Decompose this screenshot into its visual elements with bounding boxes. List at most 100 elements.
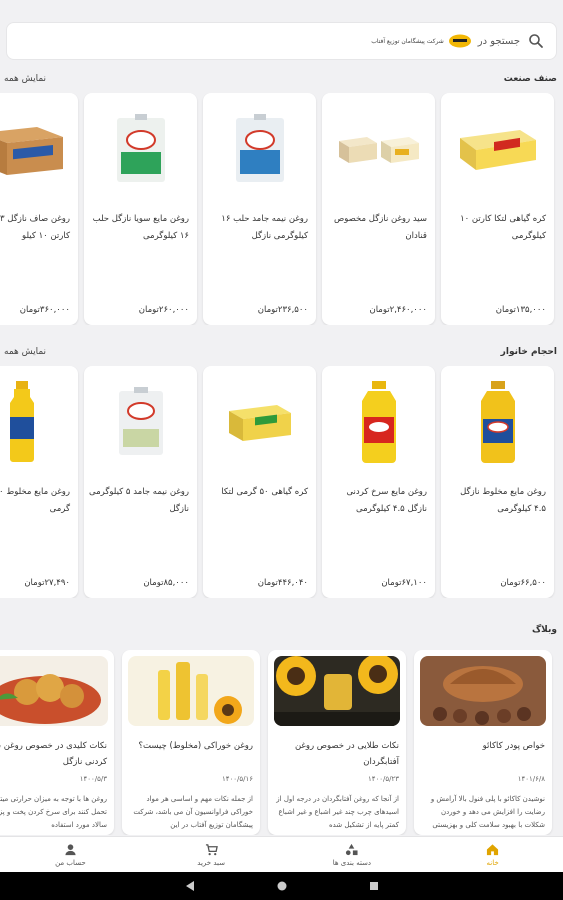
see-all-link[interactable]: نمایش همه xyxy=(4,74,46,84)
blog-title: نکات طلایی در خصوص روغن آفتابگردان xyxy=(294,741,399,767)
product-name: روغن نیمه جامد حلب ۱۶ کیلوگرمی نازگل xyxy=(221,214,308,241)
brand-logo: شرکت پیشگامان توزیع آفتاب xyxy=(371,34,472,48)
product-price: ۶۶,۵۰۰تومان xyxy=(500,578,546,588)
product-card[interactable]: روغن مایع مخلوط ۸۱۰ گرمی ۲۷,۴۹۰تومان xyxy=(0,366,78,598)
blog-excerpt: روغن ها با توجه به میزان حرارتی میتوانند… xyxy=(0,795,107,829)
product-price: ۸۵,۰۰۰تومان xyxy=(143,578,189,588)
nav-label: سبد خرید xyxy=(197,858,225,867)
home-circle-icon[interactable] xyxy=(276,880,288,892)
see-all-link[interactable]: نمایش همه xyxy=(4,347,46,357)
product-image xyxy=(441,366,554,478)
bottom-nav: خانه دسته بندی ها سبد خرید حساب من xyxy=(0,836,563,872)
status-bar xyxy=(0,0,563,14)
product-image xyxy=(203,366,316,478)
product-image xyxy=(441,93,554,205)
product-name: سید روغن نازگل مخصوص قنادان xyxy=(333,214,427,241)
product-name: روغن نیمه جامد ۵ کیلوگرمی نازگل xyxy=(89,487,189,514)
product-card[interactable]: روغن مایع مخلوط نازگل ۴.۵ کیلوگرمی ۶۶,۵۰… xyxy=(441,366,554,598)
product-card[interactable]: روغن نیمه جامد ۵ کیلوگرمی نازگل ۸۵,۰۰۰تو… xyxy=(84,366,197,598)
nav-account[interactable]: حساب من xyxy=(0,837,141,872)
nav-home[interactable]: خانه xyxy=(422,837,563,872)
product-price: ۲۳۶,۵۰۰تومان xyxy=(257,305,308,315)
user-icon xyxy=(65,843,76,855)
nav-label: دسته بندی ها xyxy=(332,858,372,867)
product-name: روغن مایع سرخ کردنی نازگل ۴.۵ کیلوگرمی xyxy=(346,487,427,514)
blog-title: روغن خوراکی (مخلوط) چیست؟ xyxy=(138,741,253,751)
oil-bottle-blue-icon xyxy=(480,381,515,463)
blog-card[interactable]: نکات طلایی در خصوص روغن آفتابگردان ۱۴۰۰/… xyxy=(268,650,406,835)
product-price: ۲۷,۴۹۰تومان xyxy=(24,578,70,588)
product-price: ۱۳۵,۰۰۰تومان xyxy=(495,305,546,315)
butter-pack-icon xyxy=(228,405,291,441)
product-image xyxy=(84,366,197,478)
blog-excerpt: از آنجا که روغن آفتابگردان در درجه اول ا… xyxy=(276,795,399,829)
nav-label: حساب من xyxy=(55,858,86,867)
section-header-household: احجام خانوار نمایش همه xyxy=(0,344,563,360)
blog-title: نکات کلیدی در خصوص روغن سرخ کردنی نازگل xyxy=(0,741,107,767)
product-name: روغن مایع سویا نازگل حلب ۱۶ کیلوگرمی xyxy=(92,214,189,241)
recents-icon[interactable] xyxy=(368,880,380,892)
blog-date: ۱۴۰۰/۵/۱۶ xyxy=(221,775,253,783)
brand-logo-text: شرکت پیشگامان توزیع آفتاب xyxy=(371,37,444,45)
blog-date: ۱۴۰۰/۵/۳ xyxy=(79,775,107,783)
cooking-oil-bottles-photo xyxy=(128,656,254,726)
categories-icon xyxy=(346,843,358,855)
oil-jug-red-icon xyxy=(361,381,396,463)
cocoa-powder-photo xyxy=(420,656,546,726)
blog-card[interactable]: نکات کلیدی در خصوص روغن سرخ کردنی نازگل … xyxy=(0,650,114,835)
blog-excerpt: نوشیدن کاکائو با پلی فنول بالا آرامش و ر… xyxy=(430,795,545,829)
product-price: ۲۶۰,۰۰۰تومان xyxy=(138,305,189,315)
product-price: ۲,۴۶۰,۰۰۰تومان xyxy=(369,305,427,315)
nav-cart[interactable]: سبد خرید xyxy=(141,837,282,872)
product-image xyxy=(84,93,197,205)
product-name: روغن مایع مخلوط ۸۱۰ گرمی xyxy=(0,487,70,514)
sunflower-oil-photo xyxy=(274,656,400,726)
search-label: جستجو در xyxy=(477,35,520,47)
brand-logo-icon xyxy=(448,34,471,48)
nav-label: خانه xyxy=(486,858,499,867)
section-header-blog: وبلاگ xyxy=(0,622,563,638)
nav-categories[interactable]: دسته بندی ها xyxy=(282,837,423,872)
section-title: صنف صنعت xyxy=(503,74,557,84)
section-title: وبلاگ xyxy=(531,625,557,635)
tin-can-red-icon xyxy=(118,387,163,455)
product-image xyxy=(322,366,435,478)
product-name: کره گیاهی لتکا کارتن ۱۰ کیلوگرمی xyxy=(460,214,546,241)
product-price: ۶۷,۱۰۰تومان xyxy=(381,578,427,588)
tin-can-blue-icon xyxy=(235,114,284,182)
cardboard-box-icon xyxy=(0,127,63,175)
product-card[interactable]: روغن نیمه جامد حلب ۱۶ کیلوگرمی نازگل ۲۳۶… xyxy=(203,93,316,325)
product-row-household: روغن مایع مخلوط نازگل ۴.۵ کیلوگرمی ۶۶,۵۰… xyxy=(0,366,563,598)
product-card[interactable]: کره گیاهی ۵۰ گرمی لتکا ۴۴۶,۰۴۰تومان xyxy=(203,366,316,598)
search-bar[interactable]: جستجو در شرکت پیشگامان توزیع آفتاب xyxy=(6,22,557,60)
oil-bottle-small-icon xyxy=(9,381,34,462)
back-icon[interactable] xyxy=(184,880,196,892)
search-icon xyxy=(529,34,543,48)
tin-can-green-icon xyxy=(116,114,165,182)
cart-icon xyxy=(205,843,218,855)
product-card[interactable]: سید روغن نازگل مخصوص قنادان ۲,۴۶۰,۰۰۰توم… xyxy=(322,93,435,325)
blog-card[interactable]: خواص پودر کاکائو ۱۴۰۱/۶/۸ نوشیدن کاکائو … xyxy=(414,650,552,835)
product-name: روغن صاف نازگل ۳ کیسه کارتن ۱۰ کیلو xyxy=(0,214,70,241)
blog-row: خواص پودر کاکائو ۱۴۰۱/۶/۸ نوشیدن کاکائو … xyxy=(0,650,563,835)
product-card[interactable]: روغن مایع سرخ کردنی نازگل ۴.۵ کیلوگرمی ۶… xyxy=(322,366,435,598)
product-card[interactable]: روغن صاف نازگل ۳ کیسه کارتن ۱۰ کیلو ۳۶۰,… xyxy=(0,93,78,325)
product-card[interactable]: کره گیاهی لتکا کارتن ۱۰ کیلوگرمی ۱۳۵,۰۰۰… xyxy=(441,93,554,325)
product-image xyxy=(0,366,78,478)
product-name: کره گیاهی ۵۰ گرمی لتکا xyxy=(221,487,308,497)
product-card[interactable]: روغن مایع سویا نازگل حلب ۱۶ کیلوگرمی ۲۶۰… xyxy=(84,93,197,325)
blog-card[interactable]: روغن خوراکی (مخلوط) چیست؟ ۱۴۰۰/۵/۱۶ از ج… xyxy=(122,650,260,835)
blog-title: خواص پودر کاکائو xyxy=(482,741,545,751)
section-title: احجام خانوار xyxy=(500,347,557,357)
blog-date: ۱۴۰۰/۵/۲۳ xyxy=(367,775,399,783)
fried-chicken-photo xyxy=(0,656,108,726)
section-header-industry: صنف صنعت نمایش همه xyxy=(0,71,563,87)
product-price: ۴۴۶,۰۴۰تومان xyxy=(257,578,308,588)
product-image xyxy=(0,93,78,205)
blog-excerpt: از جمله نکات مهم و اساسی هر مواد خوراکی … xyxy=(133,795,253,829)
system-nav-bar xyxy=(0,872,563,900)
product-price: ۳۶۰,۰۰۰تومان xyxy=(19,305,70,315)
product-name: روغن مایع مخلوط نازگل ۴.۵ کیلوگرمی xyxy=(460,487,546,514)
product-row-industry: کره گیاهی لتکا کارتن ۱۰ کیلوگرمی ۱۳۵,۰۰۰… xyxy=(0,93,563,325)
home-icon xyxy=(487,843,499,855)
